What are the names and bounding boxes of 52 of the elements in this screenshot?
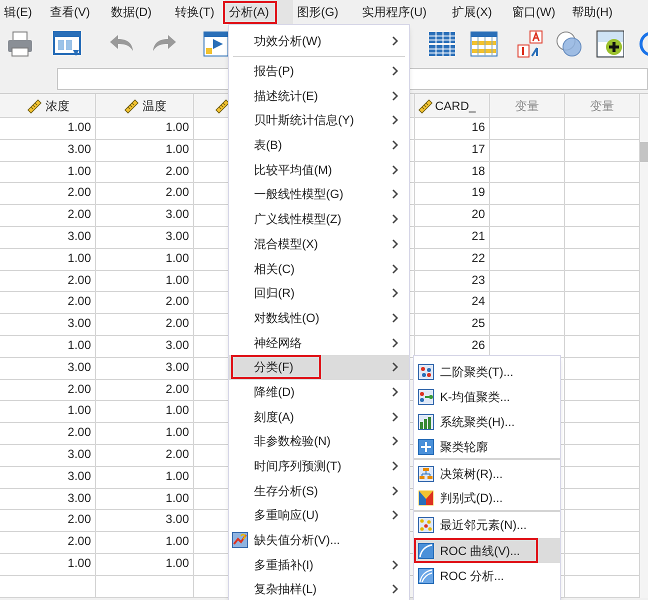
table-cell: 2.00 xyxy=(0,205,95,227)
table-cell: 19 xyxy=(415,183,489,206)
table-cell: 1.00 xyxy=(0,162,95,184)
table-cell: 3.00 xyxy=(96,226,193,249)
table-cell: 1.00 xyxy=(96,248,193,271)
table-cell: 1.00 xyxy=(0,248,95,271)
table-cell: 3.00 xyxy=(0,358,95,380)
table-cell: 3.00 xyxy=(0,488,95,510)
table-cell: 1.00 xyxy=(96,270,193,292)
table-cell: 3.00 xyxy=(96,510,193,532)
table-cell: 2.00 xyxy=(0,423,95,445)
table-cell: 3.00 xyxy=(96,205,193,227)
table-cell: 18 xyxy=(415,162,489,184)
table-cell: 1.00 xyxy=(0,401,95,424)
table-cell: 23 xyxy=(415,270,489,292)
table-cell: 1.00 xyxy=(96,118,193,140)
table-cell: 20 xyxy=(415,205,489,227)
table-cell: 2.00 xyxy=(0,532,95,554)
table-cell: 2.00 xyxy=(0,183,95,206)
table-cell: 1.00 xyxy=(96,466,193,489)
table-cell: 2.00 xyxy=(0,270,95,292)
table-cell: 2.00 xyxy=(0,510,95,532)
table-cell: 2.00 xyxy=(96,314,193,336)
table-cell: 3.00 xyxy=(96,336,193,358)
table-cell: 1.00 xyxy=(0,554,95,576)
table-cell: 1.00 xyxy=(96,554,193,576)
table-cell: 16 xyxy=(415,118,489,140)
table-cell: 3.00 xyxy=(96,358,193,380)
table-cell: 1.00 xyxy=(96,401,193,424)
table-cell: 3.00 xyxy=(0,140,95,162)
table-cell: 2.00 xyxy=(96,444,193,467)
table-cell: 24 xyxy=(415,292,489,314)
table-cell: 1.00 xyxy=(96,488,193,510)
table-cell: 22 xyxy=(415,248,489,271)
table-cell: 2.00 xyxy=(0,292,95,314)
table-cell: 2.00 xyxy=(0,380,95,402)
table-cell: 3.00 xyxy=(0,314,95,336)
table-cell: 21 xyxy=(415,226,489,249)
table-cell: 3.00 xyxy=(0,466,95,489)
table-cell: 1.00 xyxy=(96,532,193,554)
table-cell: 2.00 xyxy=(96,183,193,206)
table-cell: 1.00 xyxy=(0,118,95,140)
table-cell: 1.00 xyxy=(0,336,95,358)
table-cell: 1.00 xyxy=(96,140,193,162)
table-cell: 2.00 xyxy=(96,162,193,184)
table-cell: 1.00 xyxy=(96,423,193,445)
table-cell: 2.00 xyxy=(96,380,193,402)
table-cell: 3.00 xyxy=(0,444,95,467)
table-cell: 17 xyxy=(415,140,489,162)
table-cell: 25 xyxy=(415,314,489,336)
table-cell: 3.00 xyxy=(0,226,95,249)
table-cell: 2.00 xyxy=(96,292,193,314)
